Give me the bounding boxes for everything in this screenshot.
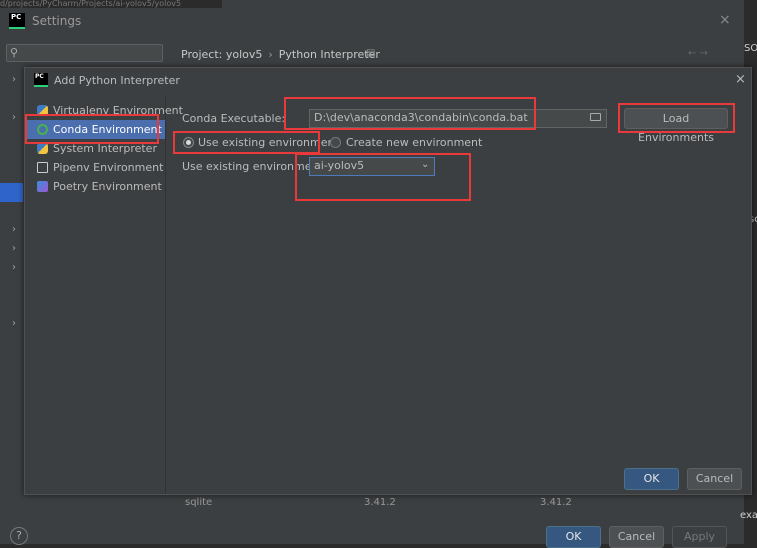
dialog-title: Add Python Interpreter	[54, 74, 180, 87]
pycharm-logo-icon: PC	[9, 13, 25, 29]
env-item-label: Pipenv Environment	[53, 161, 164, 174]
breadcrumb-page: Python Interpreter	[278, 48, 380, 61]
annotation-box-use-existing	[173, 131, 320, 154]
background-path-text: d/projects/PyCharm/Projects/ai-yolov5/yo…	[0, 0, 222, 8]
package-name: sqlite	[185, 497, 213, 508]
pipenv-icon	[37, 162, 48, 173]
pycharm-logo-icon: PC	[34, 73, 48, 87]
annotation-box-load-environments	[618, 103, 735, 133]
background-text-sota: SOTA	[744, 43, 757, 54]
tree-expand-icon[interactable]: ›	[12, 318, 16, 329]
breadcrumb-separator: ›	[268, 48, 273, 61]
tree-expand-icon[interactable]: ›	[12, 224, 16, 235]
search-icon: ⚲	[10, 46, 19, 59]
conda-executable-label: Conda Executable:	[182, 112, 286, 125]
create-new-radio[interactable]	[330, 137, 341, 148]
annotation-box-environment-select	[295, 153, 471, 201]
env-item-pipenv[interactable]: Pipenv Environment	[25, 158, 165, 177]
breadcrumb-project[interactable]: Project: yolov5	[181, 48, 262, 61]
settings-cancel-button[interactable]: Cancel	[609, 526, 664, 548]
dialog-cancel-button[interactable]: Cancel	[687, 468, 742, 490]
settings-apply-button[interactable]: Apply	[672, 526, 727, 548]
tree-expand-icon[interactable]: ›	[12, 74, 16, 85]
annotation-box-conda-environment	[25, 114, 159, 144]
tree-expand-icon[interactable]: ›	[12, 112, 16, 123]
python-icon	[37, 143, 48, 154]
settings-window-title: Settings	[32, 14, 82, 28]
tree-selected-item[interactable]	[0, 183, 23, 202]
env-item-label: Poetry Environment	[53, 180, 162, 193]
folder-icon[interactable]	[590, 113, 601, 121]
background-text-ex: exa	[740, 510, 757, 521]
breadcrumb: Project: yolov5 › Python Interpreter	[181, 48, 380, 61]
package-latest-version: 3.41.2	[540, 497, 572, 508]
tree-expand-icon[interactable]: ›	[12, 262, 16, 273]
settings-close-icon[interactable]: ×	[719, 12, 731, 28]
project-scope-icon: ▤	[366, 48, 376, 59]
dialog-close-icon[interactable]: ×	[735, 72, 746, 87]
env-item-poetry[interactable]: Poetry Environment	[25, 177, 165, 196]
help-button[interactable]: ?	[10, 527, 28, 545]
poetry-icon	[37, 181, 48, 192]
settings-search-input[interactable]	[6, 44, 163, 62]
annotation-box-conda-executable	[284, 97, 536, 130]
dialog-ok-button[interactable]: OK	[624, 468, 679, 490]
tree-expand-icon[interactable]: ›	[12, 243, 16, 254]
settings-ok-button[interactable]: OK	[546, 526, 601, 548]
package-version: 3.41.2	[364, 497, 396, 508]
panel-divider	[165, 95, 166, 494]
create-new-radio-label[interactable]: Create new environment	[346, 136, 482, 149]
navigation-arrows-icon[interactable]: ← →	[688, 48, 708, 59]
